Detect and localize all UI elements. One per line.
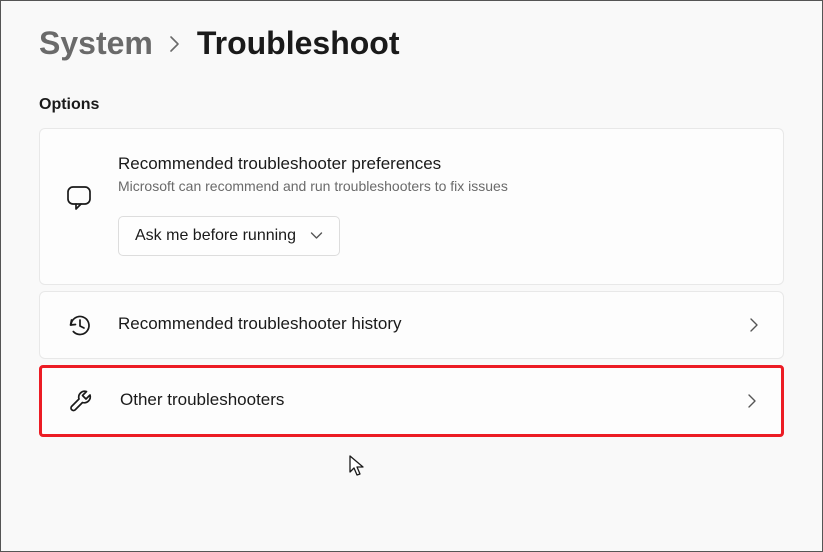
feedback-icon [64, 185, 94, 211]
preferences-dropdown[interactable]: Ask me before running [118, 216, 340, 256]
preferences-card: Recommended troubleshooter preferences M… [39, 128, 784, 285]
other-title: Other troubleshooters [120, 389, 747, 412]
wrench-icon [66, 388, 96, 414]
section-label: Options [39, 96, 784, 114]
history-title: Recommended troubleshooter history [118, 313, 749, 336]
chevron-right-icon [169, 35, 181, 53]
chevron-right-icon [747, 393, 757, 409]
breadcrumb: System Troubleshoot [39, 25, 784, 62]
history-card[interactable]: Recommended troubleshooter history [39, 291, 784, 359]
history-icon [64, 312, 94, 338]
other-troubleshooters-card[interactable]: Other troubleshooters [39, 365, 784, 437]
preferences-subtitle: Microsoft can recommend and run troubles… [118, 178, 759, 194]
chevron-down-icon [310, 231, 323, 240]
breadcrumb-parent[interactable]: System [39, 25, 153, 62]
chevron-right-icon [749, 317, 759, 333]
dropdown-value: Ask me before running [135, 227, 296, 245]
preferences-title: Recommended troubleshooter preferences [118, 153, 759, 176]
cursor-icon [348, 454, 368, 478]
page-title: Troubleshoot [197, 25, 400, 62]
